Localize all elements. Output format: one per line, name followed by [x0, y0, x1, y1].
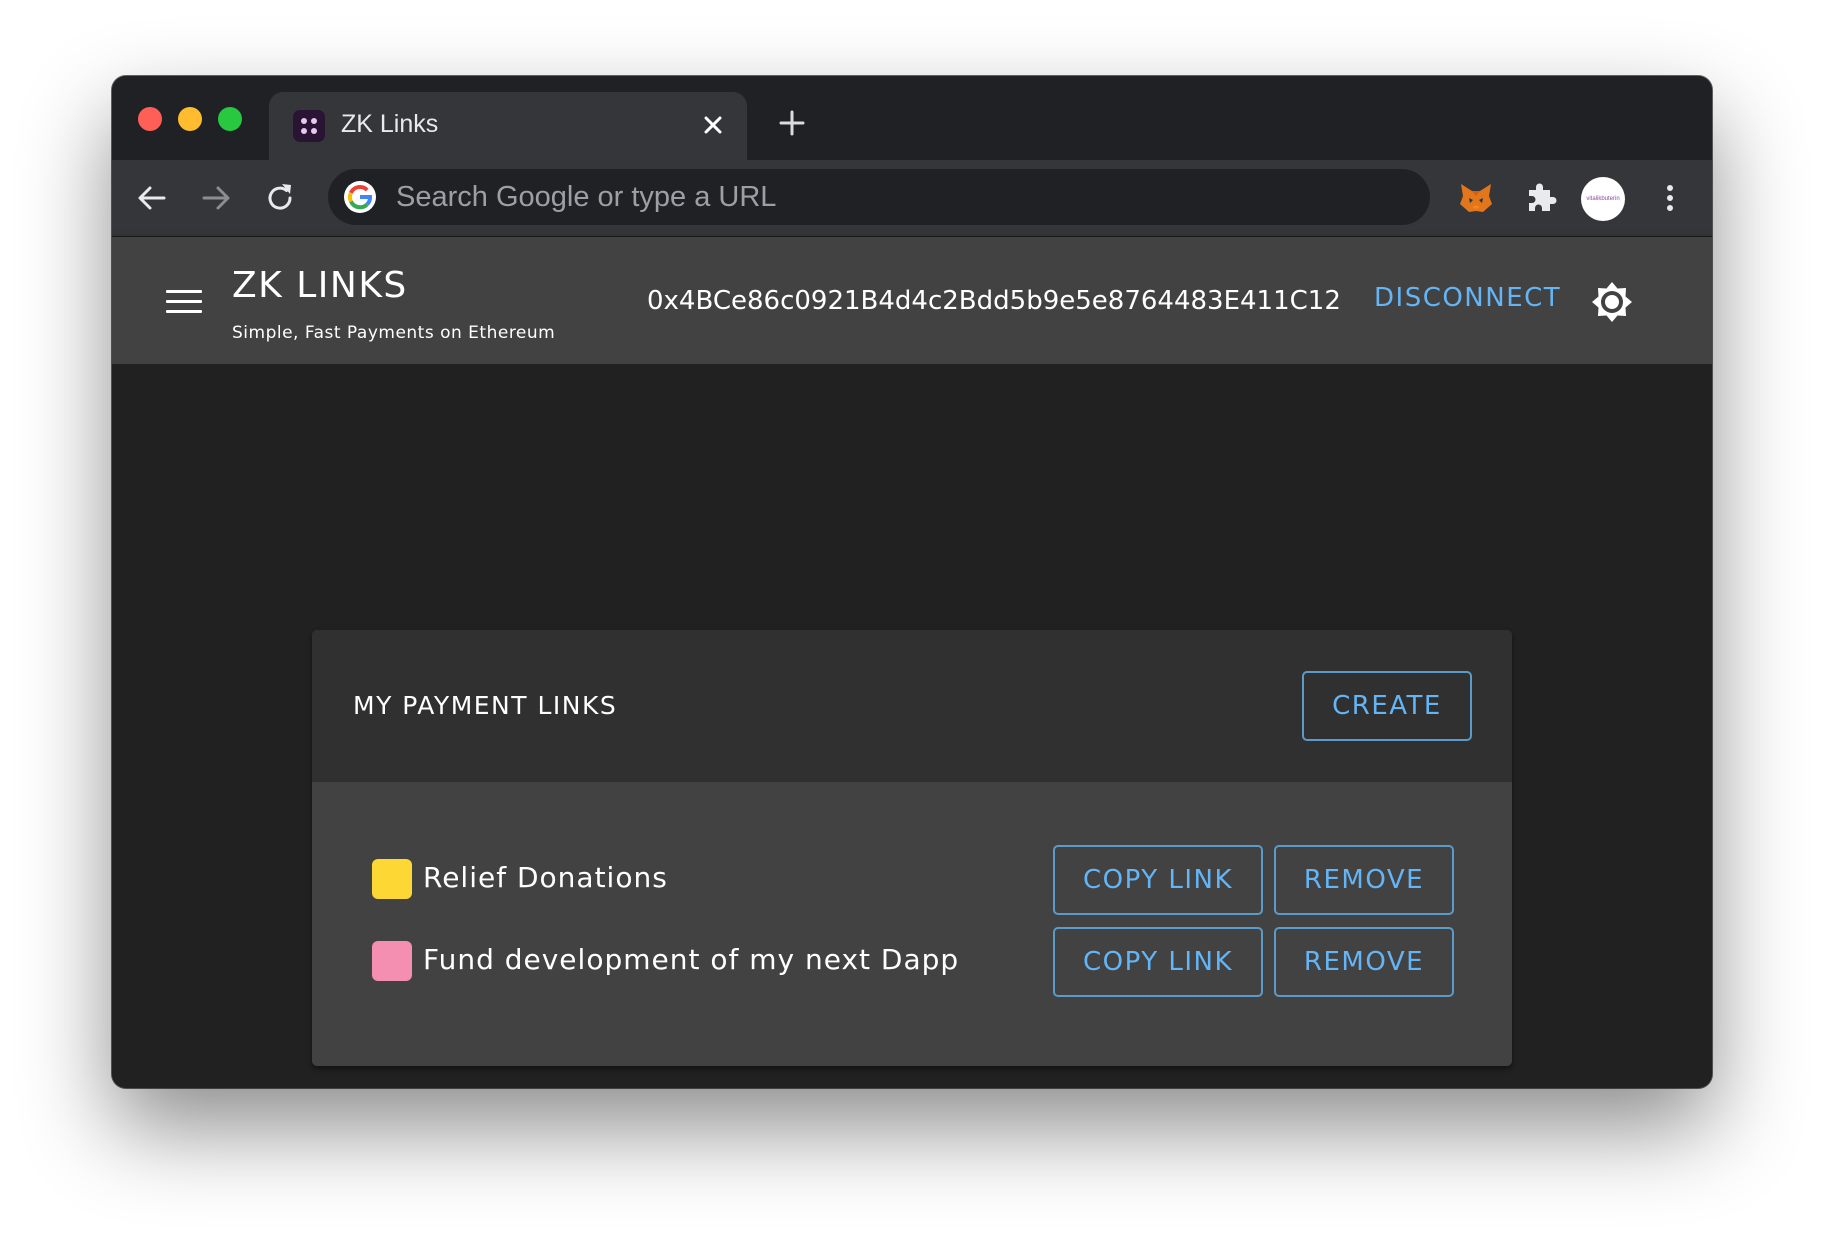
- disconnect-button[interactable]: DISCONNECT: [1374, 283, 1561, 313]
- color-swatch: [372, 941, 412, 981]
- maximize-window-button[interactable]: [218, 107, 242, 131]
- reload-icon[interactable]: [262, 180, 298, 216]
- app-title: ZK LINKS: [232, 265, 408, 306]
- close-icon[interactable]: [697, 109, 729, 141]
- browser-window: ZK Links Search Google or type a URL vit…: [112, 76, 1712, 1088]
- app-header: ZK LINKS Simple, Fast Payments on Ethere…: [112, 237, 1712, 364]
- remove-button[interactable]: REMOVE: [1274, 845, 1454, 915]
- payment-links-card: MY PAYMENT LINKS CREATE Relief Donations…: [312, 630, 1512, 1066]
- back-arrow-icon[interactable]: [134, 180, 170, 216]
- minimize-window-button[interactable]: [178, 107, 202, 131]
- kebab-menu-icon[interactable]: [1650, 178, 1690, 218]
- color-swatch: [372, 859, 412, 899]
- forward-arrow-icon[interactable]: [198, 180, 234, 216]
- link-name: Relief Donations: [423, 861, 668, 894]
- address-bar[interactable]: Search Google or type a URL: [328, 169, 1430, 225]
- metamask-fox-icon[interactable]: [1456, 178, 1496, 218]
- puzzle-extensions-icon[interactable]: [1521, 178, 1561, 218]
- tab-zk-links[interactable]: ZK Links: [269, 92, 747, 160]
- card-title: MY PAYMENT LINKS: [353, 691, 618, 720]
- app-subtitle: Simple, Fast Payments on Ethereum: [232, 323, 556, 343]
- avatar[interactable]: vitalikbuterin: [1581, 177, 1625, 221]
- remove-button[interactable]: REMOVE: [1274, 927, 1454, 997]
- search-input[interactable]: Search Google or type a URL: [396, 181, 776, 214]
- link-name: Fund development of my next Dapp: [423, 943, 960, 976]
- create-button[interactable]: CREATE: [1302, 671, 1472, 741]
- plus-icon[interactable]: [776, 107, 808, 139]
- brightness-icon[interactable]: [1590, 280, 1634, 324]
- tab-strip: ZK Links: [112, 76, 1712, 160]
- hamburger-menu-icon[interactable]: [164, 288, 204, 316]
- copy-link-button[interactable]: COPY LINK: [1053, 927, 1263, 997]
- copy-link-button[interactable]: COPY LINK: [1053, 845, 1263, 915]
- close-window-button[interactable]: [138, 107, 162, 131]
- tab-favicon-icon: [293, 110, 325, 142]
- wallet-address: 0x4BCe86c0921B4d4c2Bdd5b9e5e8764483E411C…: [647, 286, 1341, 316]
- tab-title: ZK Links: [341, 110, 439, 138]
- browser-toolbar: Search Google or type a URL vitalikbuter…: [112, 160, 1712, 237]
- google-icon: [344, 181, 376, 213]
- card-header: MY PAYMENT LINKS CREATE: [312, 630, 1512, 782]
- main-content: MY PAYMENT LINKS CREATE Relief Donations…: [112, 364, 1712, 1088]
